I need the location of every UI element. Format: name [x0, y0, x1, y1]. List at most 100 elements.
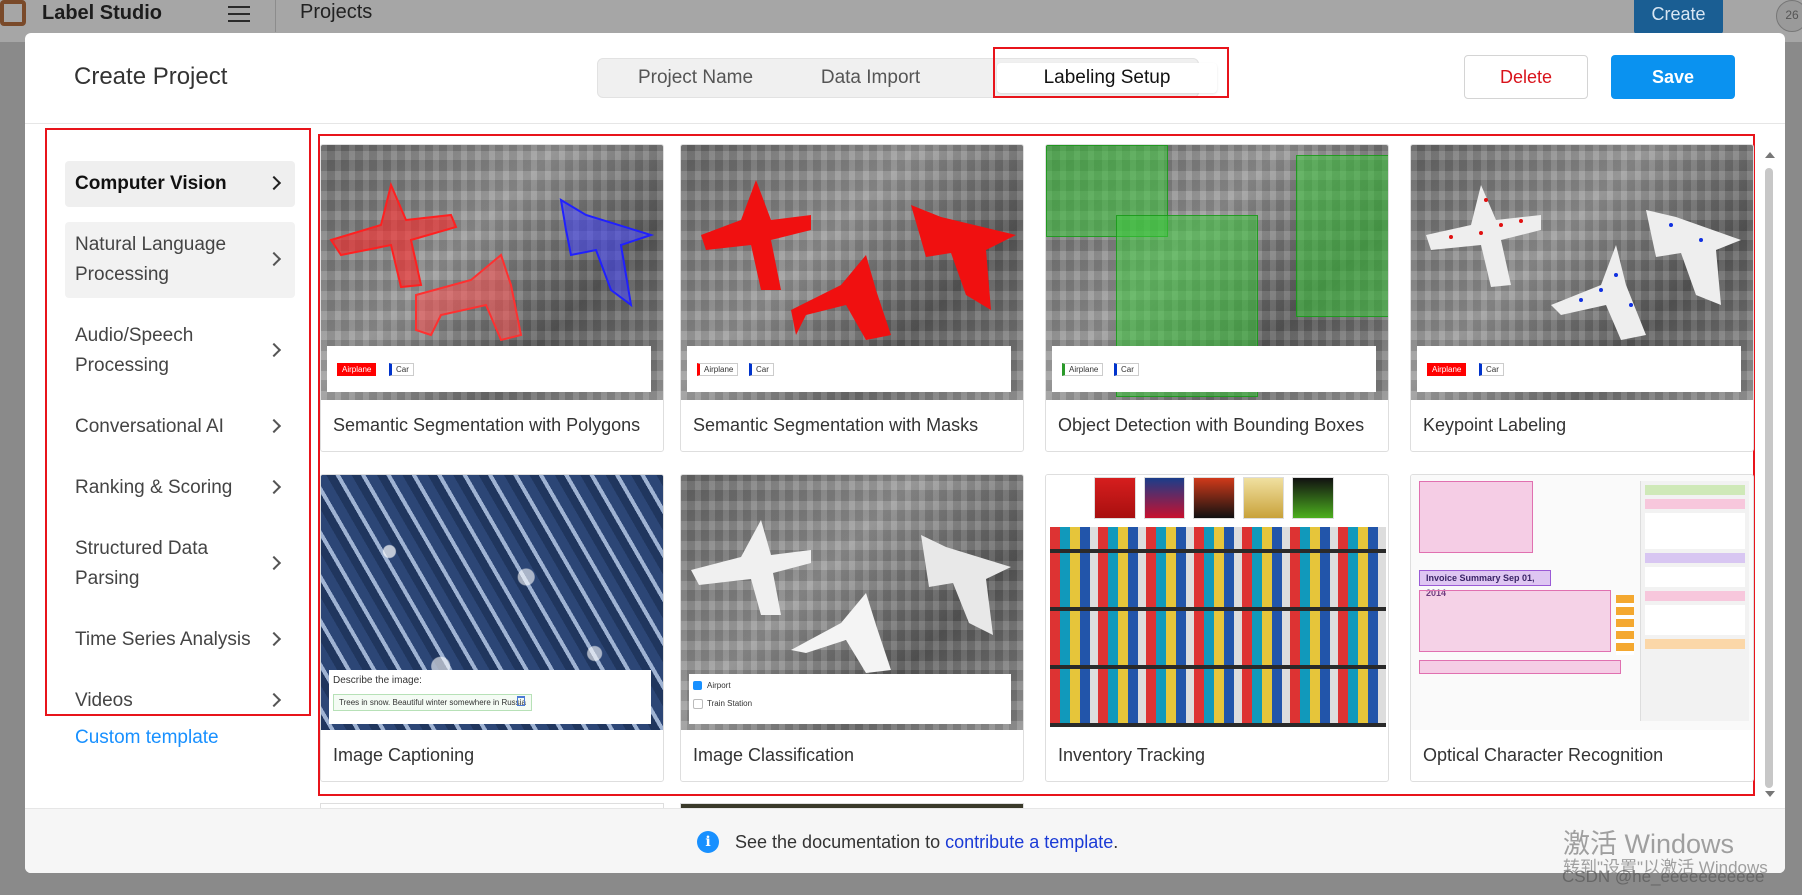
template-title: Image Classification: [693, 745, 855, 765]
breadcrumb-projects[interactable]: Projects: [300, 1, 372, 24]
create-project-button[interactable]: Create: [1634, 0, 1723, 34]
template-title: Image Captioning: [333, 745, 475, 765]
template-thumbnail: Airplane Car: [1411, 145, 1753, 400]
csdn-watermark: CSDN @he_eeeeeeeeeee: [1562, 867, 1765, 886]
ocr-region: [1616, 595, 1634, 655]
template-card-optical-character-recognition[interactable]: Invoice Summary Sep 01, 2014 Optical Cha…: [1410, 474, 1754, 782]
sidebar-item-label: Computer Vision: [75, 173, 227, 194]
template-thumbnail: Invoice Summary Sep 01, 2014: [1411, 475, 1753, 730]
user-avatar[interactable]: 26: [1776, 0, 1802, 32]
label-chip: Car: [1479, 363, 1504, 376]
template-title: Semantic Segmentation with Polygons: [333, 415, 641, 435]
template-card-image-captioning[interactable]: Describe the image: Trees in snow. Beaut…: [320, 474, 664, 782]
template-thumbnail: Airport Train Station: [681, 475, 1023, 730]
sidebar-item-conversational-ai[interactable]: Conversational AI: [65, 404, 295, 450]
sidebar-item-label: Conversational AI: [75, 416, 224, 437]
label-chip: Airplane: [697, 363, 739, 376]
label-bar: Airplane Car: [327, 346, 651, 392]
caption-text: Trees in snow. Beautiful winter somewher…: [333, 694, 532, 711]
create-project-modal: Create Project Project Name Data Import …: [25, 33, 1785, 873]
chevron-right-icon: [266, 251, 282, 267]
product-strip: [1094, 477, 1334, 519]
ocr-side-panel: [1640, 481, 1749, 721]
choice-label: Train Station: [707, 699, 753, 708]
appbar-divider: [275, 0, 276, 32]
label-bar: Airplane Car: [1417, 346, 1741, 392]
label-bar: Airplane Car: [1052, 346, 1376, 392]
sidebar-item-audio-speech-processing[interactable]: Audio/Speech Processing: [65, 313, 295, 389]
choice-label: Airport: [707, 681, 731, 690]
step-tabs: Project Name Data Import Labeling Setup: [597, 58, 1217, 98]
ocr-heading: Invoice Summary Sep 01, 2014: [1419, 570, 1551, 598]
scroll-down-icon[interactable]: [1765, 791, 1775, 797]
tab-data-import[interactable]: Data Import: [788, 59, 953, 97]
template-thumbnail: Describe the image: Trees in snow. Beaut…: [321, 475, 663, 730]
sidebar-item-label: Audio/Speech Processing: [75, 325, 194, 376]
sidebar-item-label: Time Series Analysis: [75, 629, 251, 650]
chevron-right-icon: [266, 631, 282, 647]
tab-project-name[interactable]: Project Name: [613, 59, 778, 97]
custom-template-link[interactable]: Custom template: [75, 727, 219, 749]
template-title: Optical Character Recognition: [1423, 745, 1664, 765]
hamburger-menu-icon[interactable]: [228, 6, 250, 22]
template-card-inventory-tracking[interactable]: Inventory Tracking: [1045, 474, 1389, 782]
contribute-template-link[interactable]: contribute a template: [945, 832, 1113, 852]
caption-prompt: Describe the image:: [333, 675, 422, 686]
template-thumbnail: Airplane Car: [1046, 145, 1388, 400]
tab-labeling-setup[interactable]: Labeling Setup: [997, 63, 1217, 93]
label-bar: Airplane Car: [687, 346, 1011, 392]
app-brand: Label Studio: [42, 2, 162, 24]
label-studio-logo-icon: [0, 0, 26, 26]
template-title: Inventory Tracking: [1058, 745, 1206, 765]
ocr-region: [1419, 481, 1533, 553]
chevron-right-icon: [266, 175, 282, 191]
sidebar-item-computer-vision[interactable]: Computer Vision: [65, 161, 295, 207]
shelf-image: [1050, 527, 1386, 727]
label-chip: Airplane: [337, 363, 377, 376]
sidebar-item-structured-data-parsing[interactable]: Structured Data Parsing: [65, 526, 295, 602]
template-title: Semantic Segmentation with Masks: [693, 415, 979, 435]
label-chip: Airplane: [1062, 363, 1104, 376]
templates-scrollbar[interactable]: [1763, 148, 1775, 798]
modal-footer: i See the documentation to contribute a …: [25, 808, 1785, 873]
ocr-region: [1419, 660, 1621, 674]
template-card-object-detection-bounding-boxes[interactable]: Airplane Car Object Detection with Bound…: [1045, 144, 1389, 452]
scroll-thumb[interactable]: [1765, 168, 1773, 788]
category-sidebar: Computer Vision Natural Language Process…: [65, 161, 295, 739]
template-card-keypoint-labeling[interactable]: Airplane Car Keypoint Labeling: [1410, 144, 1754, 452]
label-chip: Car: [749, 363, 774, 376]
template-card-semantic-segmentation-polygons[interactable]: Airplane Car Semantic Segmentation with …: [320, 144, 664, 452]
choice-panel: Airport Train Station: [689, 674, 1011, 724]
chevron-right-icon: [266, 418, 282, 434]
label-chip: Car: [1114, 363, 1139, 376]
ocr-region: [1419, 590, 1611, 652]
template-card-image-classification[interactable]: Airport Train Station Image Classificati…: [680, 474, 1024, 782]
footer-suffix: .: [1113, 832, 1119, 852]
scroll-up-icon[interactable]: [1765, 152, 1775, 158]
chevron-right-icon: [266, 692, 282, 708]
modal-title: Create Project: [74, 63, 228, 90]
sidebar-item-ranking-scoring[interactable]: Ranking & Scoring: [65, 465, 295, 511]
sidebar-item-time-series-analysis[interactable]: Time Series Analysis: [65, 617, 295, 663]
caption-panel: Describe the image: Trees in snow. Beaut…: [329, 670, 651, 724]
sidebar-item-label: Natural Language Processing: [75, 234, 227, 285]
template-title: Object Detection with Bounding Boxes: [1058, 415, 1365, 435]
sidebar-item-videos[interactable]: Videos: [65, 678, 295, 724]
template-title: Keypoint Labeling: [1423, 415, 1567, 435]
template-thumbnail: Airplane Car: [681, 145, 1023, 400]
chevron-right-icon: [266, 555, 282, 571]
template-thumbnail: [1046, 475, 1388, 730]
footer-prefix: See the documentation to: [735, 832, 946, 852]
template-card-semantic-segmentation-masks[interactable]: Airplane Car Semantic Segmentation with …: [680, 144, 1024, 452]
chevron-right-icon: [266, 479, 282, 495]
footer-text: See the documentation to contribute a te…: [735, 832, 1118, 853]
template-thumbnail: Airplane Car: [321, 145, 663, 400]
chevron-right-icon: [266, 342, 282, 358]
delete-button[interactable]: Delete: [1464, 55, 1588, 99]
modal-header: Create Project Project Name Data Import …: [25, 33, 1785, 124]
sidebar-item-natural-language-processing[interactable]: Natural Language Processing: [65, 222, 295, 298]
label-chip: Car: [389, 363, 414, 376]
save-button[interactable]: Save: [1611, 55, 1735, 99]
label-chip: Airplane: [1427, 363, 1467, 376]
info-icon: i: [697, 831, 719, 853]
